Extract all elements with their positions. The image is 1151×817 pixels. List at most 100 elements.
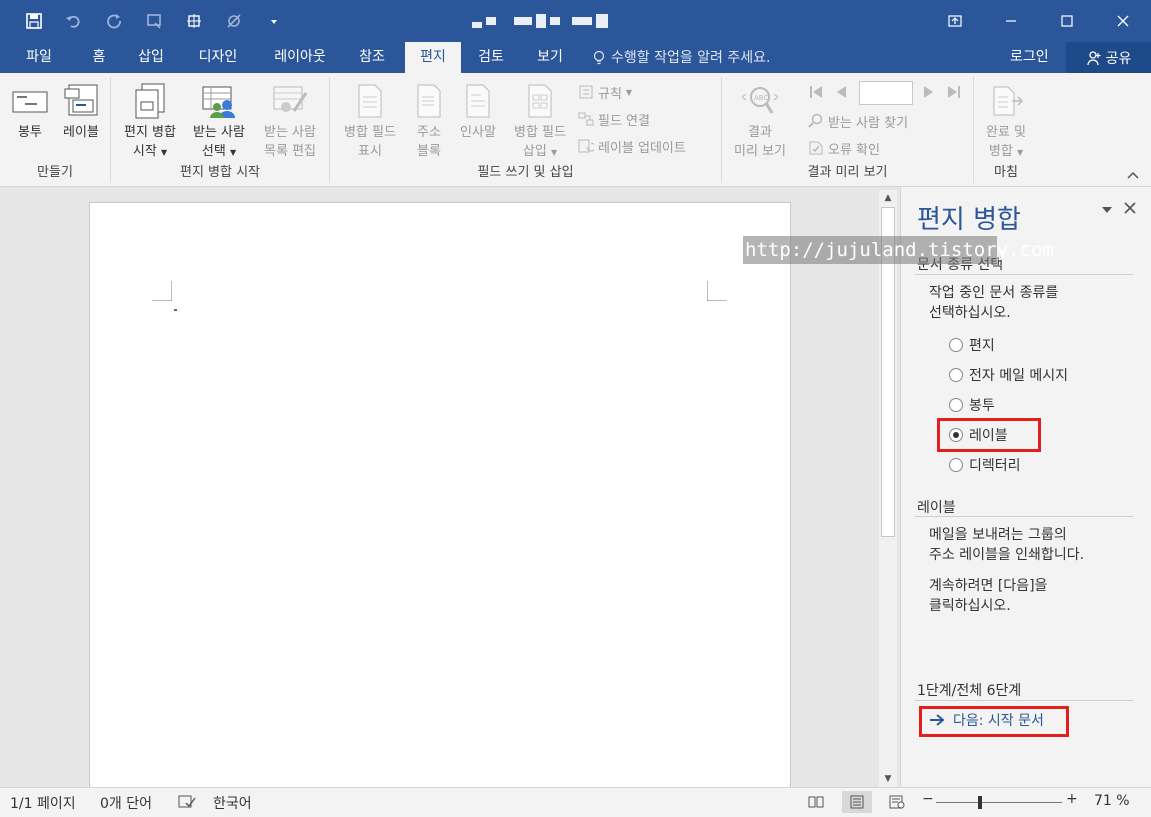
check-errors-button[interactable]: 오류 확인	[808, 137, 880, 159]
svg-text:ABC: ABC	[754, 94, 768, 102]
update-icon	[578, 139, 594, 153]
scroll-down-icon[interactable]: ▼	[879, 771, 897, 787]
radio-email-messages[interactable]: 전자 메일 메시지	[949, 365, 1068, 385]
page-count[interactable]: 1/1 페이지	[10, 793, 76, 813]
tab-design[interactable]: 디자인	[186, 42, 250, 73]
tell-me-box[interactable]: 수행할 작업을 알려 주세요.	[592, 42, 770, 73]
pane-options-icon[interactable]	[1101, 203, 1113, 219]
envelopes-button[interactable]: 봉투	[8, 81, 52, 142]
greeting-line-button[interactable]: 인사말	[454, 81, 502, 142]
radio-directory[interactable]: 디렉터리	[949, 455, 1021, 475]
group-finish: 완료 및 병합 ▼ 마침	[974, 77, 1038, 183]
zoom-out-icon[interactable]: −	[922, 791, 934, 807]
record-navigation-next	[922, 81, 962, 103]
format-painter-icon[interactable]	[214, 8, 254, 34]
collapse-ribbon-icon[interactable]	[1127, 168, 1139, 182]
save-icon[interactable]	[14, 8, 54, 34]
maximize-icon[interactable]	[1039, 0, 1095, 42]
document-page[interactable]	[89, 202, 791, 802]
login-link[interactable]: 로그인	[1010, 42, 1049, 73]
labels-description: 메일을 보내려는 그룹의 주소 레이블을 인쇄합니다.	[929, 527, 1085, 563]
preview-results-button[interactable]: ABC 결과 미리 보기	[726, 81, 794, 161]
proofing-icon[interactable]	[178, 794, 196, 814]
language[interactable]: 한국어	[213, 793, 252, 813]
share-button[interactable]: 공유	[1066, 42, 1151, 73]
start-mail-merge-button[interactable]: 편지 병합 시작 ▼	[115, 81, 185, 162]
vertical-scrollbar[interactable]: ▲ ▼	[879, 190, 897, 787]
minimize-icon[interactable]	[983, 0, 1039, 42]
first-record-icon[interactable]	[808, 84, 824, 100]
document-area: ▲ ▼	[0, 187, 900, 802]
insert-merge-field-button[interactable]: 병합 필드 삽입 ▼	[504, 81, 576, 162]
tab-insert[interactable]: 삽입	[128, 42, 174, 73]
previous-record-icon[interactable]	[834, 84, 848, 100]
highlight-merge-fields-button[interactable]: 병합 필드 표시	[334, 81, 406, 161]
tab-view[interactable]: 보기	[524, 42, 576, 73]
text-cursor	[174, 309, 177, 311]
finish-merge-button[interactable]: 완료 및 병합 ▼	[976, 81, 1036, 162]
zoom-slider-track[interactable]	[936, 802, 1062, 803]
dropdown-caret-icon: ▼	[229, 148, 237, 157]
lightbulb-icon	[593, 50, 605, 64]
group-label-start: 편지 병합 시작	[179, 165, 261, 180]
select-recipients-button[interactable]: 받는 사람 선택 ▼	[185, 81, 253, 162]
radio-button[interactable]	[949, 398, 963, 412]
undo-icon[interactable]	[54, 8, 94, 34]
word-count[interactable]: 0개 단어	[100, 793, 152, 813]
rules-button[interactable]: 규칙 ▼	[578, 81, 632, 103]
print-layout-icon[interactable]	[842, 791, 872, 813]
document-stack-icon	[130, 81, 170, 121]
labels-button[interactable]: 레이블	[56, 81, 106, 142]
tab-home[interactable]: 홈	[80, 42, 118, 73]
last-record-icon[interactable]	[946, 84, 962, 100]
group-label-finish: 마침	[994, 165, 1018, 180]
address-block-button[interactable]: 주소 블록	[408, 81, 450, 161]
separator	[915, 700, 1133, 701]
highlight-box-next	[919, 706, 1069, 737]
find-recipient-button[interactable]: 받는 사람 찾기	[808, 110, 908, 132]
read-mode-icon[interactable]	[808, 795, 824, 813]
zoom-slider-thumb[interactable]	[978, 796, 982, 809]
pane-title: 편지 병합	[917, 205, 1021, 235]
tab-layout[interactable]: 레이아웃	[262, 42, 338, 73]
web-layout-icon[interactable]	[889, 795, 905, 813]
print-icon[interactable]	[174, 8, 214, 34]
match-fields-button[interactable]: 필드 연결	[578, 108, 650, 130]
zoom-in-icon[interactable]: +	[1066, 791, 1078, 807]
radio-button[interactable]	[949, 368, 963, 382]
group-label-fields: 필드 쓰기 및 삽입	[477, 165, 574, 180]
labels-icon	[61, 81, 101, 121]
highlight-box-labels	[937, 418, 1041, 452]
rules-icon	[579, 85, 593, 99]
radio-button[interactable]	[949, 338, 963, 352]
tab-file[interactable]: 파일	[12, 42, 66, 73]
insert-field-icon	[520, 81, 560, 121]
tab-references[interactable]: 참조	[348, 42, 396, 73]
window-controls	[927, 0, 1151, 42]
separator	[915, 516, 1133, 517]
tab-mailings[interactable]: 편지	[405, 42, 461, 73]
redo-icon[interactable]	[94, 8, 134, 34]
radio-button[interactable]	[949, 458, 963, 472]
tab-review[interactable]: 검토	[466, 42, 516, 73]
margin-corner-top-left	[152, 281, 172, 301]
pane-close-icon[interactable]	[1123, 201, 1137, 219]
group-create: 봉투 레이블 만들기	[0, 77, 111, 183]
group-label-create: 만들기	[37, 165, 73, 180]
radio-envelopes[interactable]: 봉투	[949, 395, 995, 415]
radio-letters[interactable]: 편지	[949, 335, 995, 355]
magnifier-abc-icon: ABC	[740, 81, 780, 121]
more-icon[interactable]	[254, 8, 294, 34]
next-record-icon[interactable]	[922, 84, 936, 100]
group-write-insert-fields: 병합 필드 표시 주소 블록 인사말 병합 필드 삽입 ▼ 규칙 ▼ 필드 연결…	[330, 77, 722, 183]
customize-icon[interactable]	[134, 8, 174, 34]
update-labels-button[interactable]: 레이블 업데이트	[578, 135, 686, 157]
zoom-level[interactable]: 71 %	[1094, 793, 1130, 809]
record-number-input[interactable]	[859, 81, 913, 105]
close-icon[interactable]	[1095, 0, 1151, 42]
edit-recipient-list-button[interactable]: 받는 사람 목록 편집	[255, 81, 325, 161]
envelope-icon	[10, 81, 50, 121]
person-icon	[1086, 50, 1101, 65]
ribbon-display-icon[interactable]	[927, 0, 983, 42]
scroll-up-icon[interactable]: ▲	[879, 190, 897, 206]
